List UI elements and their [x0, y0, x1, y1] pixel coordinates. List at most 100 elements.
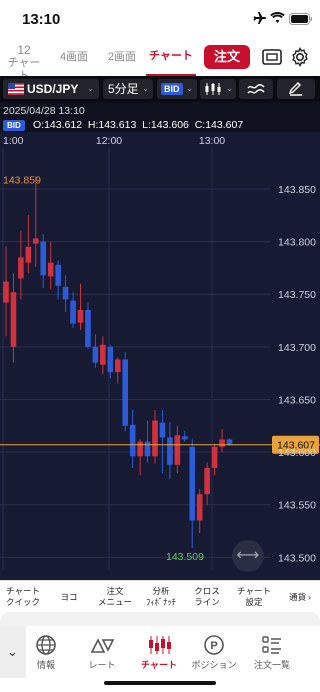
- currency-menu-button[interactable]: 通貨 ›: [280, 581, 320, 613]
- menu-label: 通貨: [289, 591, 307, 602]
- candle-body: [144, 441, 151, 457]
- price-axis-label: 143.700: [278, 342, 316, 354]
- globe-icon: [36, 635, 56, 655]
- tab-chart[interactable]: チャート: [146, 38, 196, 76]
- battery-icon: [289, 13, 312, 25]
- tab-4-screen[interactable]: 4画面: [56, 38, 92, 76]
- price-axis-label: 143.850: [278, 184, 316, 196]
- tab-info[interactable]: 情報: [16, 634, 76, 671]
- price-axis-label: 143.650: [278, 394, 316, 406]
- tab-label: ポジション: [191, 660, 237, 670]
- menu-label: ヨコ: [60, 591, 78, 602]
- airplane-icon: [253, 12, 266, 24]
- wifi-icon: [270, 12, 285, 23]
- low-price-label: 143.509: [166, 551, 204, 563]
- chevron-down-icon: ⌄: [87, 84, 94, 93]
- candle-body: [152, 420, 158, 457]
- time-axis-label: 13:00: [199, 135, 225, 147]
- bottom-tab-bar: ⌄ 情報 レート チャート P ポジション 注文一覧: [0, 612, 320, 692]
- tab-order-list[interactable]: 注文一覧: [242, 634, 302, 671]
- chevron-down-icon: ⌄: [142, 84, 149, 93]
- candle-body: [114, 359, 121, 373]
- chevron-right-icon: ›: [308, 591, 311, 602]
- candlestick-chart[interactable]: 143.607 143.850143.800143.750143.700143.…: [0, 102, 320, 580]
- chevron-down-icon: ⌄: [226, 84, 233, 93]
- svg-text:P: P: [210, 640, 217, 652]
- screen-layout-icon[interactable]: [262, 48, 282, 66]
- interval-select[interactable]: 5分足 ⌄: [103, 79, 153, 99]
- menu-label: チャート クイック: [5, 586, 40, 607]
- candle-body: [55, 264, 61, 286]
- chart-type-select[interactable]: ⌄: [200, 79, 236, 99]
- interval-label: 5分足: [108, 82, 139, 96]
- candle-body: [70, 300, 76, 324]
- tab-label: チャート: [149, 50, 193, 62]
- price-axis-label: 143.500: [278, 552, 316, 564]
- order-button[interactable]: 注文: [204, 45, 250, 69]
- crossline-button[interactable]: クロス ライン: [184, 581, 230, 613]
- tab-bar-handle: [0, 612, 320, 626]
- candle-body: [211, 446, 218, 468]
- tab-label: 注文一覧: [253, 660, 290, 670]
- chart-settings-button[interactable]: チャート 設定: [230, 581, 278, 613]
- gear-icon[interactable]: [290, 47, 310, 67]
- candle-body: [92, 346, 99, 363]
- price-chart[interactable]: 143.607 143.850 143.800 143.750 143.700 143.…: [0, 102, 320, 580]
- tab-2-screen[interactable]: 2画面: [104, 38, 140, 76]
- menu-label: 注文 メニュー: [97, 586, 132, 607]
- candle-body: [85, 310, 91, 347]
- currency-pair-select[interactable]: USD/JPY ⌄: [3, 79, 99, 99]
- menu-label: 分析 ﾌｨﾎﾞﾅｯﾁ: [146, 586, 176, 607]
- candle-body: [122, 359, 128, 426]
- chevron-down-icon: ⌄: [186, 84, 193, 93]
- indicator-button[interactable]: [239, 79, 273, 99]
- chart-menu-bar: チャート クイック ヨコ 注文 メニュー 分析 ﾌｨﾎﾞﾅｯﾁ クロス ライン …: [0, 580, 320, 613]
- candle-body: [196, 494, 203, 521]
- candle-icon: [205, 83, 221, 95]
- tab-chart-nav[interactable]: チャート: [129, 634, 189, 671]
- menu-label: チャート 設定: [237, 586, 271, 607]
- ohlc-datetime: 2025/04/28 13:10: [3, 105, 85, 117]
- price-axis-label: 143.750: [278, 289, 316, 301]
- position-icon: P: [204, 635, 224, 655]
- price-axis-label: 143.600: [278, 447, 316, 459]
- currency-pair-label: USD/JPY: [27, 82, 79, 96]
- candle-body: [129, 424, 136, 457]
- draw-tool-button[interactable]: [277, 79, 315, 99]
- time-axis-label: 12:00: [96, 135, 122, 147]
- tab-position[interactable]: P ポジション: [184, 634, 244, 671]
- list-icon: [262, 636, 281, 654]
- chart-toolbar: USD/JPY ⌄ 5分足 ⌄ BID ⌄ ⌄: [0, 76, 320, 102]
- candle-body: [137, 441, 143, 457]
- candle-chart-icon: [149, 636, 171, 654]
- candle-body: [33, 238, 39, 244]
- time-axis-label: 1:00: [3, 135, 24, 147]
- tab-label: 12: [17, 43, 31, 57]
- candle-body: [174, 435, 181, 465]
- scroll-horizontal-icon[interactable]: ⟷: [232, 540, 264, 572]
- tab-label: チャート: [141, 660, 177, 670]
- order-menu-button[interactable]: 注文 メニュー: [92, 581, 138, 613]
- candle-body: [100, 344, 106, 365]
- landscape-button[interactable]: ヨコ: [46, 581, 92, 613]
- candle-body: [25, 246, 32, 263]
- candle-body: [182, 436, 188, 440]
- pencil-icon: [288, 82, 302, 96]
- us-flag-icon: [8, 83, 24, 95]
- candle-body: [18, 257, 24, 279]
- home-indicator: [104, 681, 216, 685]
- bid-badge: BID: [161, 83, 183, 95]
- chart-quick-button[interactable]: チャート クイック: [0, 581, 46, 613]
- candle-body: [3, 281, 9, 303]
- candle-body: [159, 422, 166, 438]
- analysis-fibonacci-button[interactable]: 分析 ﾌｨﾎﾞﾅｯﾁ: [138, 581, 184, 613]
- candle-body: [62, 286, 69, 300]
- ohlc-bid-badge: BID: [3, 120, 25, 131]
- ohlc-values: O:143.612 H:143.613 L:143.606 C:143.607: [33, 119, 244, 131]
- tab-label: レート: [88, 660, 116, 670]
- tab-rate[interactable]: レート: [72, 634, 132, 671]
- price-type-select[interactable]: BID ⌄: [157, 79, 197, 99]
- candle-body: [10, 292, 17, 347]
- candle-body: [40, 241, 47, 276]
- indicator-icon: [247, 84, 265, 94]
